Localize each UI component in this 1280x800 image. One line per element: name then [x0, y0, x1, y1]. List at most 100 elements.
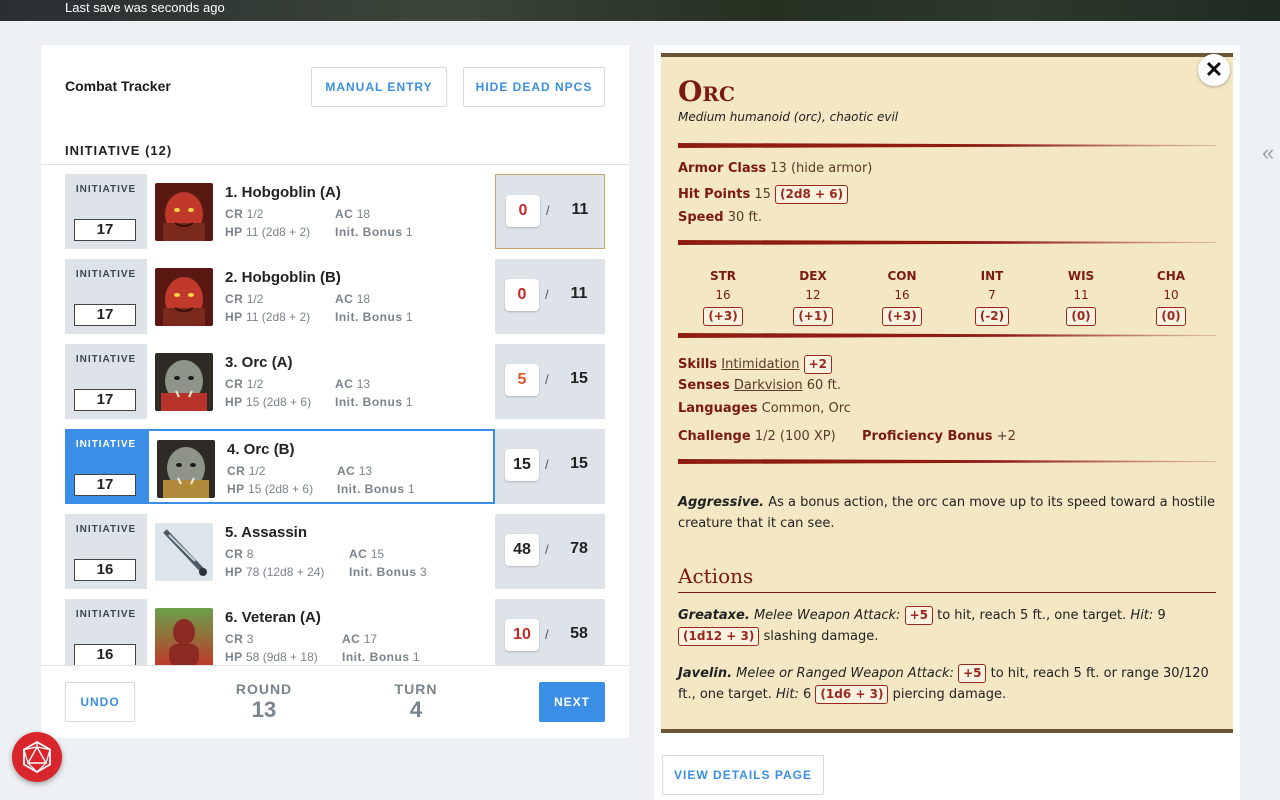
init-bonus-stat: Init. Bonus 1 [337, 482, 415, 496]
skill-link[interactable]: Intimidation [721, 357, 799, 372]
combatant-info[interactable]: 6. Veteran (A) CR 3 AC 17 HP 58 (9d8 + 1… [147, 599, 495, 665]
initiative-box: INITIATIVE 17 [65, 259, 147, 334]
combatant-info[interactable]: 2. Hobgoblin (B) CR 1/2 AC 18 HP 11 (2d8… [147, 259, 495, 334]
initiative-label: INITIATIVE [75, 354, 137, 365]
combatant-row[interactable]: INITIATIVE 16 6. Veteran (A) CR 3 AC 17 … [65, 599, 605, 665]
initiative-box: INITIATIVE 17 [65, 344, 147, 419]
hit-points-roll[interactable]: (2d8 + 6) [775, 185, 849, 204]
undo-button[interactable]: UNDO [65, 682, 135, 722]
combatant-row[interactable]: INITIATIVE 16 5. Assassin CR 8 AC 15 HP … [65, 514, 605, 589]
hp-separator: / [545, 287, 549, 302]
initiative-input[interactable]: 17 [74, 474, 136, 496]
hide-dead-npcs-button[interactable]: HIDE DEAD NPCS [463, 67, 605, 107]
divider-rule [678, 240, 1216, 245]
divider-rule [678, 143, 1216, 148]
combatant-list[interactable]: INITIATIVE 17 1. Hobgoblin (A) CR 1/2 AC… [41, 165, 629, 665]
current-hp-input[interactable]: 10 [505, 619, 539, 651]
max-hp: 15 [570, 370, 588, 387]
ability-mod[interactable]: (0) [1156, 307, 1186, 326]
damage-roll-button[interactable]: (1d6 + 3) [815, 685, 889, 704]
trait-aggressive: Aggressive. As a bonus action, the orc c… [678, 495, 1216, 531]
cr-stat: CR 3 [225, 632, 254, 646]
combatant-info[interactable]: 4. Orc (B) CR 1/2 AC 13 HP 15 (2d8 + 6) … [147, 429, 495, 504]
ability-mod[interactable]: (0) [1066, 307, 1096, 326]
initiative-input[interactable]: 16 [74, 644, 136, 665]
hp-tracker: 0 / 11 [495, 259, 605, 334]
current-hp-input[interactable]: 15 [505, 449, 539, 481]
initiative-input[interactable]: 17 [74, 219, 136, 241]
orc-avatar [157, 440, 215, 498]
combatant-name: 4. Orc (B) [227, 441, 295, 458]
initiative-box: INITIATIVE 16 [65, 599, 147, 665]
max-hp: 58 [570, 625, 588, 642]
actions-heading: Actions [678, 564, 754, 588]
initiative-input[interactable]: 16 [74, 559, 136, 581]
init-bonus-stat: Init. Bonus 1 [335, 310, 413, 324]
ability-mod[interactable]: (-2) [974, 307, 1010, 326]
proficiency-bonus: Proficiency Bonus +2 [862, 429, 1016, 444]
current-hp-input[interactable]: 0 [505, 279, 539, 311]
current-hp-input[interactable]: 5 [505, 364, 539, 396]
hp-stat: HP 11 (2d8 + 2) [225, 310, 311, 324]
combatant-info[interactable]: 3. Orc (A) CR 1/2 AC 13 HP 15 (2d8 + 6) … [147, 344, 495, 419]
manual-entry-button[interactable]: MANUAL ENTRY [311, 67, 447, 107]
initiative-input[interactable]: 17 [74, 389, 136, 411]
dagger-avatar [155, 523, 213, 581]
init-bonus-stat: Init. Bonus 3 [349, 565, 427, 579]
current-hp-input[interactable]: 48 [505, 534, 539, 566]
initiative-input[interactable]: 17 [74, 304, 136, 326]
hp-stat: HP 58 (9d8 + 18) [225, 650, 318, 664]
speed: Speed 30 ft. [678, 210, 763, 225]
initiative-label: INITIATIVE [75, 439, 137, 450]
armor-class: Armor Class 13 (hide armor) [678, 161, 873, 176]
attack-roll-button[interactable]: +5 [958, 664, 987, 683]
initiative-label: INITIATIVE [75, 609, 137, 620]
damage-roll-button[interactable]: (1d12 + 3) [678, 627, 760, 646]
view-details-button[interactable]: VIEW DETAILS PAGE [662, 755, 824, 795]
combat-tracker-panel: Combat Tracker MANUAL ENTRY HIDE DEAD NP… [41, 45, 629, 738]
monster-name: Orc [678, 75, 735, 108]
skill-mod[interactable]: +2 [803, 355, 832, 374]
statblock-panel: Orc Medium humanoid (orc), chaotic evil … [654, 45, 1240, 800]
actions-underline [678, 592, 1216, 593]
ability-mod[interactable]: (+3) [882, 307, 922, 326]
ability-mod[interactable]: (+3) [703, 307, 743, 326]
hp-tracker: 0 / 11 [495, 174, 605, 249]
close-icon[interactable]: ✕ [1198, 54, 1230, 86]
combatant-row[interactable]: INITIATIVE 17 3. Orc (A) CR 1/2 AC 13 HP… [65, 344, 605, 419]
sense-link[interactable]: Darkvision [734, 378, 803, 393]
tracker-title: Combat Tracker [65, 78, 171, 94]
combatant-info[interactable]: 1. Hobgoblin (A) CR 1/2 AC 18 HP 11 (2d8… [147, 174, 495, 249]
cr-stat: CR 1/2 [225, 377, 264, 391]
combatant-row[interactable]: INITIATIVE 17 2. Hobgoblin (B) CR 1/2 AC… [65, 259, 605, 334]
next-turn-button[interactable]: NEXT [539, 682, 605, 722]
turn-value: 4 [409, 697, 423, 722]
combatant-name: 1. Hobgoblin (A) [225, 184, 341, 201]
top-banner: Last save was seconds ago [0, 0, 1280, 21]
combatant-info[interactable]: 5. Assassin CR 8 AC 15 HP 78 (12d8 + 24)… [147, 514, 495, 589]
ac-stat: AC 18 [335, 207, 371, 221]
combatant-row-active[interactable]: INITIATIVE 17 4. Orc (B) CR 1/2 AC 13 HP… [65, 429, 605, 504]
dice-roller-button[interactable] [12, 732, 62, 782]
footer-divider [41, 665, 629, 666]
veteran-avatar [155, 608, 213, 665]
initiative-label: INITIATIVE [75, 184, 137, 195]
combatant-row[interactable]: INITIATIVE 17 1. Hobgoblin (A) CR 1/2 AC… [65, 174, 605, 249]
ability-wis: WIS 11 (0) [1046, 269, 1116, 326]
cr-stat: CR 1/2 [225, 207, 264, 221]
initiative-label: INITIATIVE [75, 524, 137, 535]
senses: Senses Darkvision 60 ft. [678, 378, 842, 393]
cr-stat: CR 8 [225, 547, 254, 561]
current-hp-input[interactable]: 0 [506, 195, 540, 227]
hp-stat: HP 78 (12d8 + 24) [225, 565, 325, 579]
hp-separator: / [545, 627, 549, 642]
init-bonus-stat: Init. Bonus 1 [335, 395, 413, 409]
attack-roll-button[interactable]: +5 [904, 606, 933, 625]
initiative-box: INITIATIVE 17 [65, 429, 147, 504]
collapse-chevron-icon[interactable]: « [1262, 140, 1274, 166]
ability-mod[interactable]: (+1) [793, 307, 833, 326]
init-bonus-stat: Init. Bonus 1 [335, 225, 413, 239]
save-status: Last save was seconds ago [65, 0, 225, 15]
hp-tracker: 5 / 15 [495, 344, 605, 419]
combatant-name: 5. Assassin [225, 524, 307, 541]
